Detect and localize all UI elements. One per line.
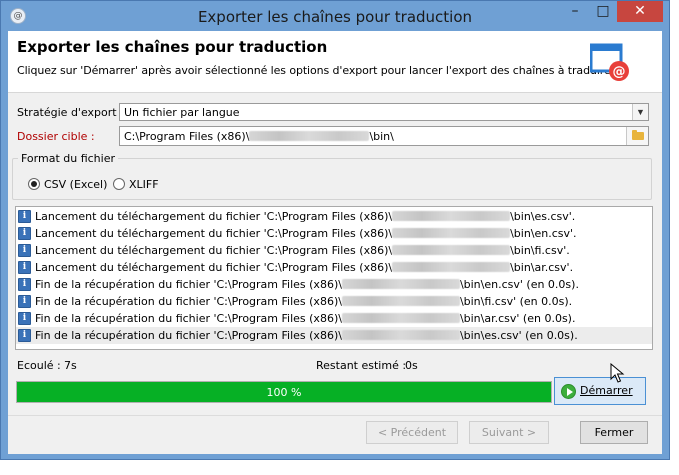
svg-text:@: @ bbox=[613, 65, 626, 80]
info-icon: i bbox=[18, 261, 31, 274]
format-radio-csv[interactable]: CSV (Excel) bbox=[28, 178, 118, 192]
log-message: Fin de la récupération du fichier 'C:\Pr… bbox=[35, 278, 579, 291]
title-bar[interactable]: @ Exporter les chaînes pour traduction –… bbox=[1, 1, 669, 31]
play-icon bbox=[561, 384, 576, 399]
info-icon: i bbox=[18, 244, 31, 257]
next-button[interactable]: Suivant > bbox=[469, 421, 549, 444]
log-message-suffix: \bin\en.csv'. bbox=[510, 227, 577, 240]
log-message-suffix: \bin\ar.csv'. bbox=[510, 261, 574, 274]
log-message: Lancement du téléchargement du fichier '… bbox=[35, 227, 577, 240]
log-row[interactable]: i Lancement du téléchargement du fichier … bbox=[16, 242, 652, 259]
mouse-cursor-icon bbox=[610, 363, 625, 383]
log-message-suffix: \bin\en.csv' (en 0.0s). bbox=[459, 278, 579, 291]
log-message-prefix: Lancement du téléchargement du fichier '… bbox=[35, 244, 393, 257]
log-message: Lancement du téléchargement du fichier '… bbox=[35, 210, 575, 223]
log-message-prefix: Fin de la récupération du fichier 'C:\Pr… bbox=[35, 278, 342, 291]
log-row[interactable]: i Fin de la récupération du fichier 'C:\P… bbox=[16, 310, 652, 327]
file-format-group-label: Format du fichier bbox=[18, 152, 119, 165]
folder-icon bbox=[632, 130, 644, 140]
mail-export-icon: @ bbox=[590, 43, 629, 81]
header-title: Exporter les chaînes pour traduction bbox=[17, 38, 328, 56]
close-button[interactable]: Fermer bbox=[580, 421, 648, 444]
dialog-header: Exporter les chaînes pour traduction Cli… bbox=[8, 31, 662, 93]
maximize-button[interactable]: □ bbox=[589, 1, 617, 22]
target-folder-input[interactable]: C:\Program Files (x86)\ \bin\ bbox=[119, 126, 649, 146]
log-message-suffix: \bin\ar.csv' (en 0.0s). bbox=[459, 312, 576, 325]
redacted-path bbox=[392, 211, 511, 221]
target-folder-suffix: \bin\ bbox=[369, 130, 394, 143]
redacted-path bbox=[341, 313, 460, 323]
log-message: Fin de la récupération du fichier 'C:\Pr… bbox=[35, 312, 575, 325]
format-radio-xliff[interactable]: XLIFF bbox=[113, 178, 173, 192]
close-window-button[interactable]: ✕ bbox=[617, 1, 663, 22]
format-radio-csv-label: CSV (Excel) bbox=[44, 178, 108, 191]
export-log-list[interactable]: i Lancement du téléchargement du fichier … bbox=[15, 206, 653, 350]
log-message: Fin de la récupération du fichier 'C:\Pr… bbox=[35, 329, 578, 342]
progress-text: 100 % bbox=[266, 386, 302, 399]
info-icon: i bbox=[18, 227, 31, 240]
redacted-path bbox=[341, 279, 460, 289]
footer-divider bbox=[8, 415, 662, 416]
target-folder-label: Dossier cible : bbox=[17, 130, 95, 143]
remaining-label: Restant estimé : bbox=[316, 359, 407, 372]
remaining-value: 0s bbox=[405, 359, 418, 372]
log-message-prefix: Fin de la récupération du fichier 'C:\Pr… bbox=[35, 329, 342, 342]
header-description: Cliquez sur 'Démarrer' après avoir sélec… bbox=[17, 64, 615, 77]
radio-selected-icon bbox=[28, 178, 40, 190]
info-icon: i bbox=[18, 329, 31, 342]
log-row[interactable]: i Lancement du téléchargement du fichier … bbox=[16, 259, 652, 276]
log-message: Lancement du téléchargement du fichier '… bbox=[35, 261, 573, 274]
minimize-button[interactable]: – bbox=[561, 1, 589, 22]
previous-button[interactable]: < Précédent bbox=[366, 421, 458, 444]
export-progress-bar: 100 % bbox=[16, 381, 552, 403]
log-message: Fin de la récupération du fichier 'C:\Pr… bbox=[35, 295, 572, 308]
log-message-prefix: Lancement du téléchargement du fichier '… bbox=[35, 210, 393, 223]
redacted-path bbox=[249, 131, 370, 141]
log-row[interactable]: i Lancement du téléchargement du fichier … bbox=[16, 208, 652, 225]
log-message-prefix: Lancement du téléchargement du fichier '… bbox=[35, 261, 393, 274]
elapsed-label: Ecoulé : bbox=[17, 359, 61, 372]
info-icon: i bbox=[18, 312, 31, 325]
log-message-suffix: \bin\es.csv' (en 0.0s). bbox=[459, 329, 578, 342]
target-folder-prefix: C:\Program Files (x86)\ bbox=[124, 130, 250, 143]
log-row-selected[interactable]: i Fin de la récupération du fichier 'C:\P… bbox=[16, 327, 652, 344]
target-folder-value: C:\Program Files (x86)\ \bin\ bbox=[124, 130, 394, 143]
info-icon: i bbox=[18, 295, 31, 308]
elapsed-value: 7s bbox=[64, 359, 77, 372]
log-message: Lancement du téléchargement du fichier '… bbox=[35, 244, 570, 257]
export-strategy-select[interactable]: Un fichier par langue ▼ bbox=[119, 103, 649, 121]
info-icon: i bbox=[18, 278, 31, 291]
redacted-path bbox=[341, 296, 460, 306]
log-row[interactable]: i Lancement du téléchargement du fichier … bbox=[16, 225, 652, 242]
log-message-prefix: Fin de la récupération du fichier 'C:\Pr… bbox=[35, 312, 342, 325]
export-strategy-label: Stratégie d'export : bbox=[17, 106, 124, 119]
radio-unselected-icon bbox=[113, 178, 125, 190]
log-message-prefix: Fin de la récupération du fichier 'C:\Pr… bbox=[35, 295, 342, 308]
browse-folder-button[interactable] bbox=[626, 127, 648, 145]
chevron-down-icon[interactable]: ▼ bbox=[632, 104, 648, 120]
log-message-prefix: Lancement du téléchargement du fichier '… bbox=[35, 227, 393, 240]
export-strategy-value: Un fichier par langue bbox=[124, 106, 240, 119]
log-row[interactable]: i Fin de la récupération du fichier 'C:\P… bbox=[16, 276, 652, 293]
redacted-path bbox=[392, 245, 511, 255]
log-message-suffix: \bin\es.csv'. bbox=[510, 210, 576, 223]
log-message-suffix: \bin\fi.csv'. bbox=[510, 244, 570, 257]
start-button[interactable]: Démarrer bbox=[554, 377, 646, 405]
log-message-suffix: \bin\fi.csv' (en 0.0s). bbox=[459, 295, 573, 308]
redacted-path bbox=[392, 228, 511, 238]
export-dialog-window: @ Exporter les chaînes pour traduction –… bbox=[0, 0, 670, 460]
format-radio-xliff-label: XLIFF bbox=[129, 178, 159, 191]
info-icon: i bbox=[18, 210, 31, 223]
dialog-body: Exporter les chaînes pour traduction Cli… bbox=[8, 31, 662, 454]
log-row[interactable]: i Fin de la récupération du fichier 'C:\P… bbox=[16, 293, 652, 310]
redacted-path bbox=[341, 330, 460, 340]
redacted-path bbox=[392, 262, 511, 272]
